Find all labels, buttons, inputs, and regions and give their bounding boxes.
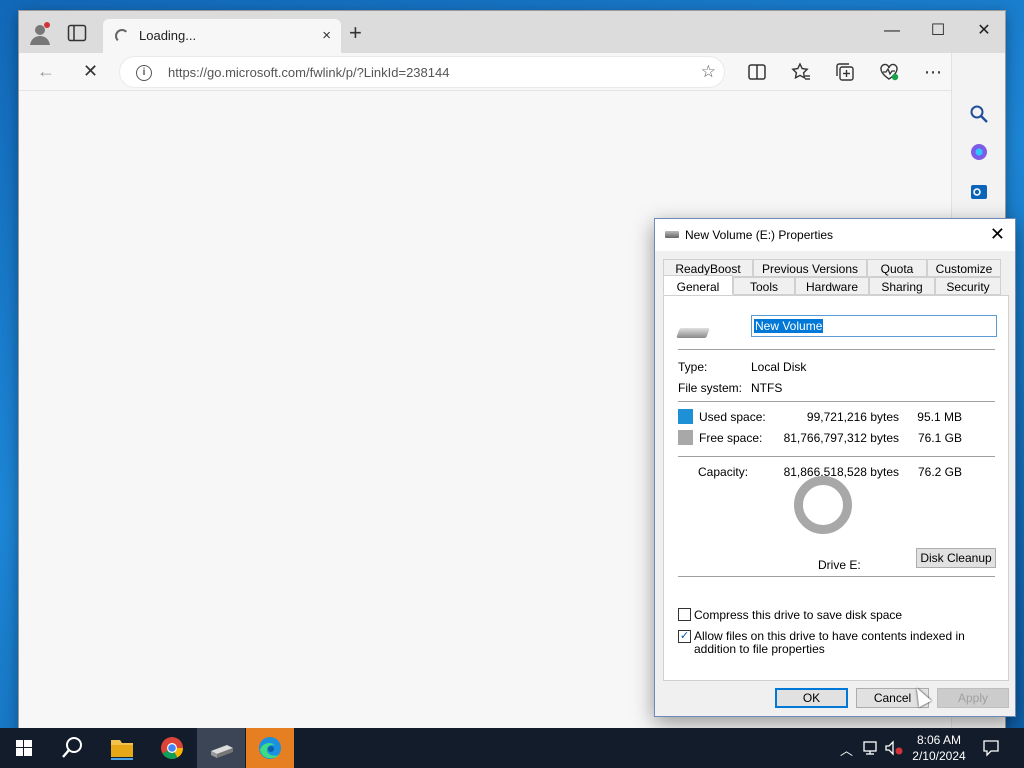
network-icon[interactable] — [862, 740, 880, 756]
used-space-label: Used space: — [699, 410, 766, 424]
tab-strip: Loading... × + — ☐ ✕ — [19, 11, 1005, 53]
maximize-button[interactable]: ☐ — [915, 11, 961, 51]
separator — [678, 349, 995, 350]
tab-general[interactable]: General — [663, 275, 733, 295]
general-tab-panel: New Volume Type: Local Disk File system:… — [663, 295, 1009, 681]
volume-muted-icon[interactable] — [884, 740, 904, 756]
disk-usage-donut-chart — [794, 476, 852, 534]
search-icon[interactable] — [48, 728, 96, 768]
more-options-icon[interactable]: ⋯ — [922, 61, 944, 83]
separator — [678, 576, 995, 577]
file-system-value: NTFS — [751, 381, 783, 395]
tab-customize[interactable]: Customize — [927, 259, 1001, 277]
chrome-icon[interactable] — [148, 728, 196, 768]
clock-time: 8:06 AM — [916, 733, 962, 747]
tab-close-icon[interactable]: × — [322, 27, 331, 44]
close-window-button[interactable]: ✕ — [961, 11, 1007, 51]
ok-button[interactable]: OK — [775, 688, 848, 708]
back-button[interactable]: ← — [37, 61, 55, 82]
type-value: Local Disk — [751, 360, 807, 374]
collections-icon[interactable] — [834, 61, 856, 83]
search-icon[interactable] — [968, 103, 990, 125]
tray-overflow-icon[interactable]: ︿ — [840, 740, 853, 759]
free-space-swatch — [678, 430, 693, 445]
used-space-size: 95.1 MB — [917, 410, 962, 424]
favorite-star-icon[interactable]: ☆ — [701, 62, 716, 82]
address-bar[interactable]: i https://go.microsoft.com/fwlink/p/?Lin… — [119, 56, 725, 88]
tab-actions-icon[interactable] — [67, 24, 87, 42]
free-space-size: 76.1 GB — [917, 431, 962, 445]
separator — [678, 456, 995, 457]
separator — [678, 401, 995, 402]
compress-label[interactable]: Compress this drive to save disk space — [694, 608, 902, 622]
split-screen-icon[interactable] — [746, 61, 768, 83]
browser-essentials-icon[interactable] — [878, 61, 900, 83]
dialog-close-button[interactable]: ✕ — [990, 224, 1005, 245]
used-space-bytes: 99,721,216 bytes — [806, 410, 899, 424]
compress-checkbox[interactable] — [678, 608, 691, 621]
dialog-title-bar[interactable]: New Volume (E:) Properties ✕ — [655, 219, 1015, 251]
loading-spinner-icon — [115, 29, 129, 43]
volume-properties-dialog: New Volume (E:) Properties ✕ ReadyBoost … — [654, 218, 1016, 717]
tab-security[interactable]: Security — [935, 277, 1001, 295]
clock-date: 2/10/2024 — [912, 749, 966, 763]
tab-sharing[interactable]: Sharing — [869, 277, 935, 295]
tab-title: Loading... — [139, 28, 197, 43]
apply-button[interactable]: Apply — [937, 688, 1009, 708]
type-label: Type: — [678, 360, 708, 374]
copilot-icon[interactable] — [968, 141, 990, 163]
disk-cleanup-button[interactable]: Disk Cleanup — [916, 548, 996, 568]
stop-loading-button[interactable]: ✕ — [83, 61, 98, 82]
drive-app-icon[interactable] — [197, 728, 245, 768]
tab-hardware[interactable]: Hardware — [795, 277, 869, 295]
capacity-size: 76.2 GB — [917, 465, 962, 479]
browser-toolbar: ← ✕ i https://go.microsoft.com/fwlink/p/… — [19, 53, 1005, 91]
taskbar: ︿ 8:06 AM 2/10/2024 — [0, 728, 1024, 768]
favorites-icon[interactable] — [790, 61, 812, 83]
drive-icon — [665, 231, 679, 238]
tab-previous-versions[interactable]: Previous Versions — [753, 259, 867, 277]
volume-name-field[interactable]: New Volume — [751, 315, 997, 337]
edge-icon[interactable] — [246, 728, 294, 768]
file-system-label: File system: — [678, 381, 743, 395]
outlook-icon[interactable] — [968, 181, 990, 203]
tab-quota[interactable]: Quota — [867, 259, 927, 277]
minimize-button[interactable]: — — [869, 11, 915, 51]
capacity-label: Capacity: — [698, 465, 749, 479]
file-explorer-icon[interactable] — [98, 728, 146, 768]
notifications-icon[interactable] — [982, 739, 1000, 757]
drive-large-icon — [676, 328, 710, 338]
used-space-swatch — [678, 409, 693, 424]
new-tab-button[interactable]: + — [349, 22, 362, 44]
dialog-title: New Volume (E:) Properties — [685, 228, 834, 242]
tab-tools[interactable]: Tools — [733, 277, 795, 295]
index-label[interactable]: Allow files on this drive to have conten… — [694, 630, 994, 656]
free-space-label: Free space: — [699, 431, 763, 445]
index-checkbox[interactable]: ✓ — [678, 630, 691, 643]
profile-icon[interactable] — [27, 21, 53, 47]
active-tab[interactable]: Loading... × — [103, 19, 341, 53]
url-text[interactable]: https://go.microsoft.com/fwlink/p/?LinkI… — [168, 65, 449, 80]
volume-name-text[interactable]: New Volume — [754, 319, 824, 333]
start-icon[interactable] — [0, 728, 48, 768]
drive-label: Drive E: — [818, 558, 861, 572]
free-space-bytes: 81,766,797,312 bytes — [783, 431, 899, 445]
system-clock[interactable]: 8:06 AM 2/10/2024 — [906, 732, 972, 764]
site-info-icon[interactable]: i — [136, 65, 152, 81]
